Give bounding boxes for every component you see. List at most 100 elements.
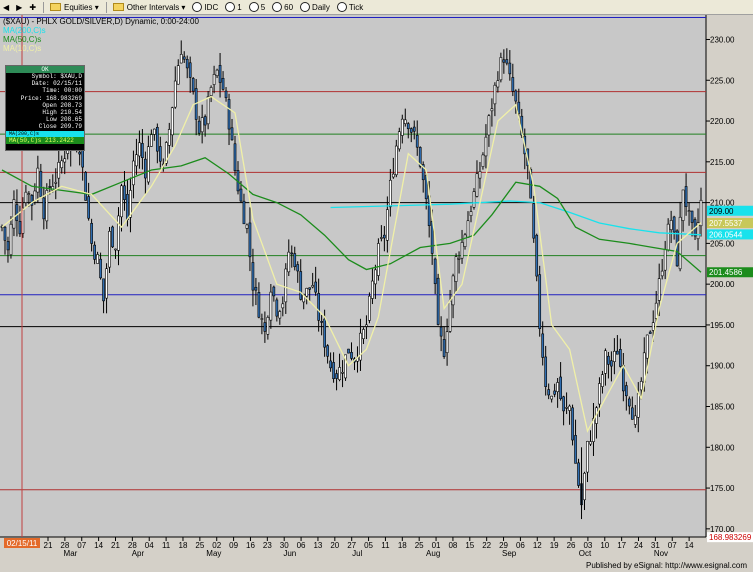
candle-body: [242, 200, 246, 225]
chart-area[interactable]: 170.00 175.00 180.00 185.00 190.00 195.00 200.…: [0, 15, 753, 560]
x-tick-label: 14: [94, 541, 103, 550]
candle-body: [191, 78, 195, 92]
x-tick-label: 24: [634, 541, 643, 550]
data-window-row: Open 208.73: [6, 102, 84, 109]
candle-body: [690, 210, 694, 223]
candle-body: [114, 248, 117, 251]
candle-body: [616, 350, 619, 355]
y-tick-label: 185.00: [710, 403, 735, 412]
y-tick-label: 215.00: [710, 158, 735, 167]
time-row: Time: 00:00: [42, 87, 82, 95]
candle-body: [18, 220, 22, 235]
x-month-label: Sep: [502, 549, 517, 558]
x-tick-label: 07: [77, 541, 86, 550]
candle-body: [27, 193, 31, 195]
candle-body: [290, 252, 294, 255]
candle-body: [48, 186, 52, 188]
x-tick-label: 23: [263, 541, 272, 550]
candle-body: [577, 462, 580, 486]
candle-body: [466, 220, 470, 238]
candle-body: [317, 293, 320, 321]
candle-body: [484, 136, 488, 157]
candle-body: [63, 158, 67, 163]
candle-body: [6, 241, 10, 251]
candle-body: [132, 160, 135, 186]
candle-body: [394, 145, 398, 176]
candle-body: [173, 80, 177, 108]
candle-body: [496, 80, 500, 88]
candle-body: [176, 65, 180, 85]
candle-body: [329, 360, 332, 369]
candle-body: [406, 123, 410, 130]
other-intervals-menu[interactable]: Other Intervals ▾: [110, 1, 189, 13]
y-tick-label: 225.00: [710, 76, 735, 85]
candle-body: [454, 256, 458, 282]
candle-body: [436, 277, 440, 325]
candle-body: [669, 220, 673, 231]
candle-body: [678, 216, 682, 270]
add-icon[interactable]: ✚: [26, 1, 39, 13]
candle-body: [663, 249, 667, 271]
candle-body: [490, 108, 494, 112]
candle-body: [559, 376, 562, 400]
interval-60-button[interactable]: 60: [269, 1, 296, 13]
x-tick-label: 11: [162, 541, 171, 550]
interval-icon: [300, 2, 311, 12]
candle-body: [624, 385, 628, 397]
candle-body: [493, 84, 497, 105]
candle-body: [102, 278, 105, 302]
candle-body: [469, 211, 473, 216]
x-tick-label: 07: [668, 541, 677, 550]
candle-body: [553, 390, 556, 395]
interval-1-button[interactable]: 1: [222, 1, 244, 13]
candle-body: [96, 254, 99, 264]
candle-body: [111, 226, 114, 248]
other-intervals-label: Other Intervals: [126, 2, 180, 12]
candle-body: [433, 258, 437, 285]
interval-daily-button[interactable]: Daily: [297, 1, 333, 13]
candle-body: [36, 167, 40, 193]
candle-body: [409, 128, 413, 133]
forward-arrow-icon[interactable]: ▶: [13, 1, 25, 13]
candle-body: [604, 350, 607, 374]
equities-menu[interactable]: Equities ▾: [47, 1, 102, 13]
interval-tick-button[interactable]: Tick: [334, 1, 366, 13]
candle-body: [388, 179, 392, 208]
candle-body: [648, 331, 652, 334]
x-tick-label: 22: [482, 541, 491, 550]
candle-body: [239, 188, 243, 202]
candle-body: [332, 362, 335, 380]
candle-body: [541, 333, 545, 358]
candle-body: [197, 120, 201, 134]
interval-icon: [272, 2, 283, 12]
candle-body: [158, 146, 162, 162]
price-row: Price: 168.983269: [20, 94, 82, 102]
x-tick-label: 10: [600, 541, 609, 550]
price-label: 209.00: [709, 207, 734, 216]
candle-body: [188, 62, 192, 78]
price-chart[interactable]: 170.00175.00180.00185.00190.00195.00200.…: [0, 15, 753, 560]
candle-body: [60, 160, 64, 169]
data-window-header[interactable]: OK: [6, 66, 84, 73]
interval-idc-button[interactable]: IDC: [189, 1, 221, 13]
candle-body: [284, 268, 288, 303]
candle-body: [451, 275, 455, 306]
x-tick-label: 06: [297, 541, 306, 550]
candle-body: [9, 223, 13, 256]
candle-body: [251, 262, 255, 291]
candle-body: [138, 142, 141, 157]
candle-body: [218, 64, 222, 83]
candle-body: [383, 234, 386, 239]
interval-5-button[interactable]: 5: [246, 1, 268, 13]
candle-body: [206, 96, 210, 125]
candle-body: [153, 128, 156, 135]
candle-body: [556, 382, 559, 393]
back-arrow-icon[interactable]: ◀: [0, 1, 12, 13]
candle-body: [266, 317, 270, 335]
toolbar: ◀ ▶ ✚ Equities ▾ Other Intervals ▾ IDC 1…: [0, 0, 753, 15]
data-window-row: Low 208.65: [6, 116, 84, 123]
candle-body: [209, 87, 213, 96]
x-month-label: May: [206, 549, 221, 558]
candle-body: [150, 134, 153, 147]
data-window-row: Time: 00:00: [6, 87, 84, 94]
